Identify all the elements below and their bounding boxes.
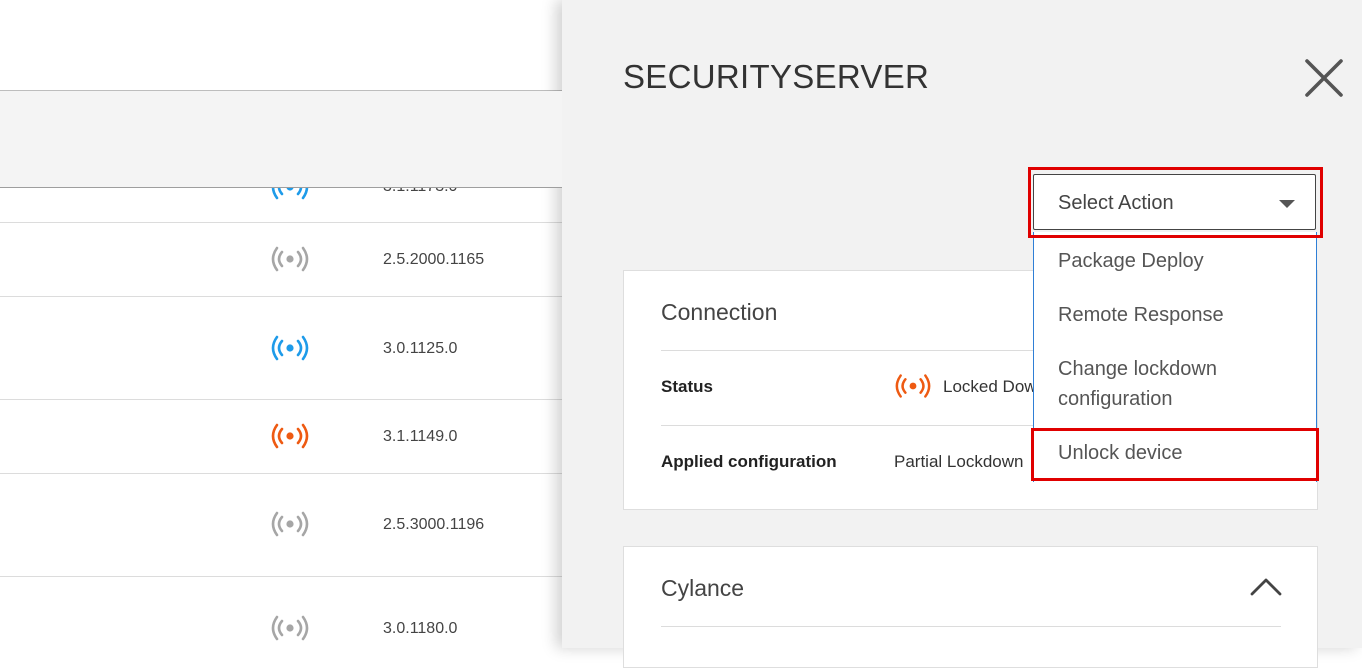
menu-item-unlock-device[interactable]: Unlock device bbox=[1058, 438, 1298, 468]
cylance-card: Cylance bbox=[623, 546, 1318, 668]
device-detail-panel: SECURITYSERVER Connection Status Locked … bbox=[562, 0, 1362, 668]
list-header-overlay bbox=[0, 91, 562, 188]
version-text: 2.5.2000.1165 bbox=[383, 251, 485, 268]
close-button[interactable] bbox=[1304, 58, 1344, 98]
table-row[interactable]: 3.1.1149.0 bbox=[0, 400, 562, 474]
cylance-card-title: Cylance bbox=[661, 575, 745, 601]
select-action-dropdown[interactable]: Select Action bbox=[1033, 174, 1316, 230]
divider bbox=[661, 626, 1281, 627]
page-title: SECURITYSERVER bbox=[623, 58, 930, 95]
status-value: Locked Dow bbox=[943, 377, 1037, 396]
menu-item-change-lockdown-configuration[interactable]: Change lockdown configuration bbox=[1058, 354, 1298, 414]
version-text: 2.5.3000.1196 bbox=[383, 516, 485, 533]
version-text: 3.1.1149.0 bbox=[383, 428, 458, 445]
connection-card-title: Connection bbox=[661, 299, 778, 325]
select-action-label: Select Action bbox=[1058, 192, 1174, 214]
chevron-up-icon[interactable] bbox=[1250, 577, 1282, 597]
status-label: Status bbox=[661, 377, 713, 396]
close-icon bbox=[1305, 59, 1343, 97]
menu-item-remote-response[interactable]: Remote Response bbox=[1058, 300, 1298, 330]
connection-online-icon bbox=[271, 335, 309, 361]
applied-config-value: Partial Lockdown bbox=[894, 452, 1024, 471]
list-toolbar bbox=[0, 0, 562, 91]
connection-offline-icon bbox=[271, 615, 309, 641]
table-row[interactable]: 3.0.1180.0 bbox=[0, 577, 562, 648]
table-row[interactable]: 2.5.2000.1165 bbox=[0, 223, 562, 297]
connection-offline-icon bbox=[271, 511, 309, 537]
version-text: 3.0.1125.0 bbox=[383, 340, 458, 357]
connection-locked-icon bbox=[271, 423, 309, 449]
table-row[interactable]: 2.5.3000.1196 bbox=[0, 474, 562, 577]
action-menu: Package Deploy Remote Response Change lo… bbox=[1033, 232, 1317, 482]
device-list: 3.1.1173.0 2.5.2000.1165 3.0.1125.0 3.1.… bbox=[0, 0, 562, 648]
connection-offline-icon bbox=[271, 246, 309, 272]
connection-locked-icon bbox=[895, 374, 931, 398]
applied-config-label: Applied configuration bbox=[661, 452, 837, 471]
version-text: 3.0.1180.0 bbox=[383, 620, 458, 637]
menu-item-package-deploy[interactable]: Package Deploy bbox=[1058, 246, 1298, 276]
table-row[interactable]: 3.0.1125.0 bbox=[0, 297, 562, 400]
caret-down-icon bbox=[1279, 200, 1295, 208]
